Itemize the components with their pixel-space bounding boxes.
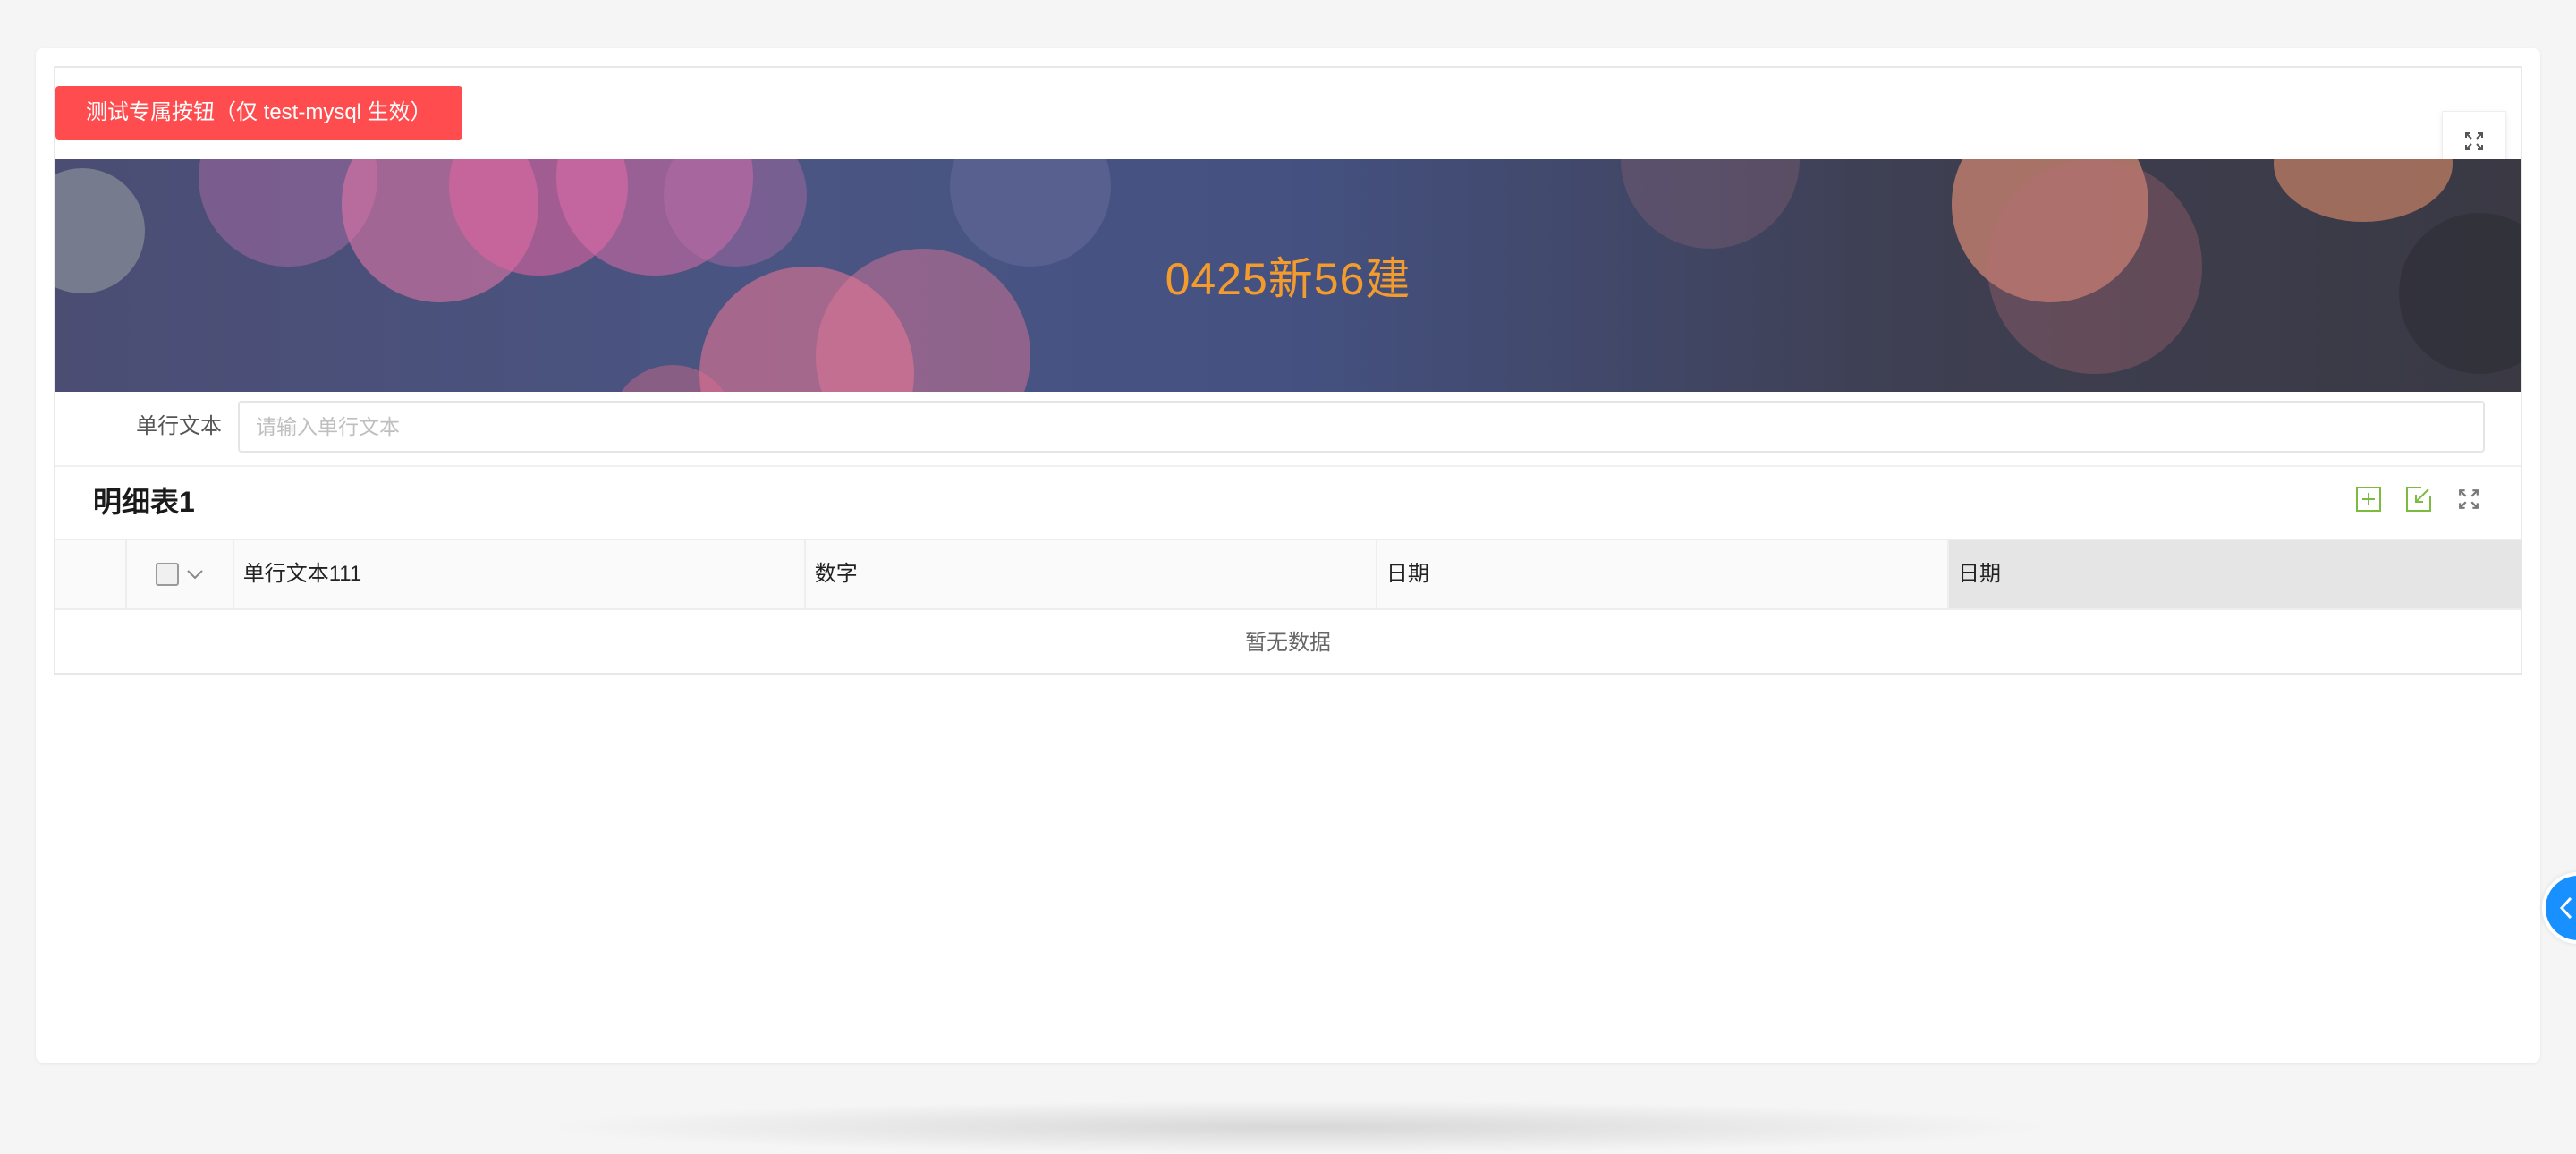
column-header[interactable]: 单行文本111: [234, 540, 806, 608]
select-all-checkbox[interactable]: [155, 563, 179, 586]
test-mysql-button[interactable]: 测试专属按钮（仅 test-mysql 生效）: [55, 86, 462, 140]
empty-state: 暂无数据: [1245, 631, 1331, 655]
field-label: 单行文本: [136, 414, 222, 438]
chevron-left-icon: [2559, 896, 2572, 920]
column-header[interactable]: 日期: [1377, 540, 1949, 608]
banner-title: 0425新56建: [1165, 254, 1411, 304]
column-header[interactable]: 数字: [806, 540, 1377, 608]
form-card: 测试专属按钮（仅 test-mysql 生效） 0425新56建 单行文本 请输…: [36, 48, 2540, 1063]
form-container: 测试专属按钮（仅 test-mysql 生效） 0425新56建 单行文本 请输…: [54, 66, 2522, 675]
bottom-shadow: [537, 1100, 2057, 1154]
subtable-title: 明细表1: [93, 486, 195, 518]
expand-icon: [2459, 489, 2479, 509]
subtable-header: 明细表1: [55, 465, 2521, 539]
side-panel-toggle[interactable]: [2542, 872, 2576, 944]
banner: 0425新56建: [55, 159, 2521, 392]
expand-button[interactable]: [2454, 485, 2483, 513]
import-icon: [2406, 487, 2431, 512]
chevron-down-icon[interactable]: [186, 569, 204, 580]
fullscreen-icon: [2465, 132, 2483, 150]
import-button[interactable]: [2404, 485, 2433, 513]
add-row-icon: [2356, 487, 2381, 512]
single-line-text-field: 单行文本: [55, 392, 2521, 467]
index-column-header: [55, 540, 127, 608]
single-line-text-input[interactable]: [238, 401, 2485, 453]
add-row-button[interactable]: [2354, 485, 2383, 513]
subtable-table-header: 单行文本111 数字 日期 日期: [55, 539, 2521, 610]
column-header[interactable]: 日期: [1948, 540, 2521, 608]
select-column-header: [127, 540, 234, 608]
subtable-tools: [2354, 485, 2483, 513]
